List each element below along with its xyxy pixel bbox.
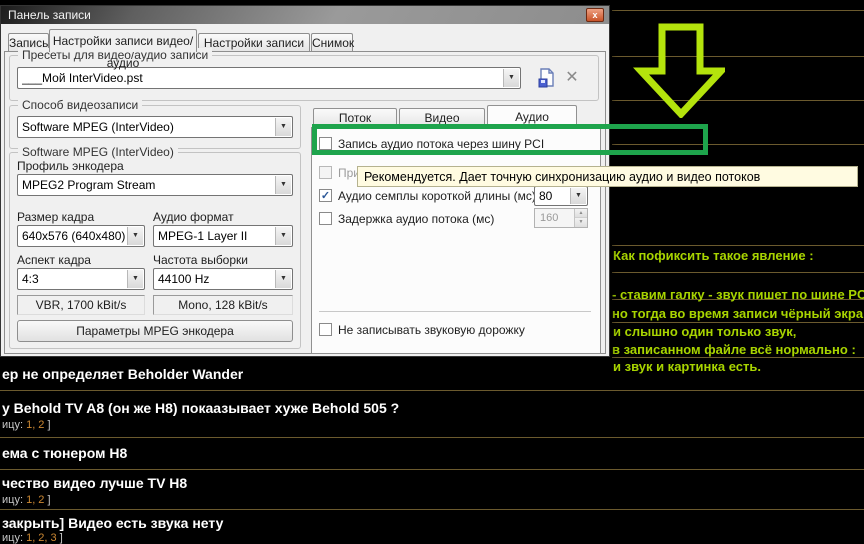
table-row-divider (0, 437, 864, 438)
table-row-divider (612, 10, 864, 11)
table-row-divider (0, 390, 864, 391)
encoder-profile-value: MPEG2 Program Stream (22, 175, 274, 195)
forum-topic-pages[interactable]: ицу: 1, 2, 3 ] (2, 532, 63, 544)
page-links[interactable]: 1, 2 (26, 419, 44, 431)
checkbox-samples-label: Аудио семплы короткой длины (мс) (338, 189, 536, 203)
checkbox-icon[interactable] (319, 212, 332, 225)
tab-snapshot[interactable]: Снимок (311, 33, 353, 52)
title-bar[interactable]: Панель записи x (1, 6, 609, 24)
pages-label: ицу: (2, 532, 23, 544)
annotation-line: и слышно один только звук, (613, 324, 796, 339)
encoder-profile-label: Профиль энкодера (17, 159, 124, 173)
page-links[interactable]: 1, 2, 3 (26, 532, 57, 544)
preset-value: ___Мой InterVideo.pst (22, 68, 502, 88)
chevron-down-icon[interactable]: ▼ (570, 188, 586, 204)
table-row-divider (0, 469, 864, 470)
pages-label: ицу: (2, 419, 23, 431)
audio-format-value: MPEG-1 Layer II (158, 226, 274, 246)
save-icon (536, 67, 556, 89)
chevron-down-icon[interactable]: ▼ (275, 118, 291, 136)
table-row-divider (612, 322, 864, 323)
video-bitrate-field: VBR, 1700 kBit/s (17, 295, 145, 315)
audio-tab-panel (311, 127, 601, 354)
forum-topic-link[interactable]: закрыть] Видео есть звука нету (2, 515, 223, 531)
pages-bracket: ] (48, 494, 51, 506)
forum-topic-link[interactable]: у Behold TV A8 (он же Н8) покаазывает ху… (2, 400, 399, 416)
checkbox-icon (319, 166, 332, 179)
sample-rate-value: 44100 Hz (158, 269, 274, 289)
checkbox-delay-label: Задержка аудио потока (мс) (338, 212, 494, 226)
pages-bracket: ] (60, 532, 63, 544)
page-links[interactable]: 1, 2 (26, 494, 44, 506)
chevron-down-icon[interactable]: ▼ (275, 176, 291, 194)
checkbox-no-sound-label: Не записывать звуковую дорожку (338, 323, 525, 337)
aspect-select[interactable]: 4:3 ▼ (17, 268, 145, 290)
forum-topic-link[interactable]: ема с тюнером Н8 (2, 445, 127, 461)
chevron-down-icon[interactable]: ▼ (275, 227, 291, 245)
chevron-down-icon[interactable]: ▼ (275, 270, 291, 288)
forum-topic-pages[interactable]: ицу: 1, 2 ] (2, 494, 51, 506)
panel-divider (319, 311, 591, 312)
audio-bitrate-field: Mono, 128 kBit/s (153, 295, 293, 315)
sample-rate-select[interactable]: 44100 Hz ▼ (153, 268, 293, 290)
spin-down-icon[interactable]: ▼ (575, 218, 587, 227)
checkbox-checked-icon[interactable]: ✓ (319, 189, 332, 202)
encoder-group-label: Software MPEG (InterVideo) (18, 145, 178, 159)
spin-up-icon[interactable]: ▲ (575, 209, 587, 218)
pages-bracket: ] (48, 419, 51, 431)
video-method-label: Способ видеозаписи (18, 98, 142, 112)
table-row-divider (612, 357, 864, 358)
aspect-label: Аспект кадра (17, 253, 91, 267)
audio-format-select[interactable]: MPEG-1 Layer II ▼ (153, 225, 293, 247)
save-preset-button[interactable] (535, 67, 557, 89)
frame-size-value: 640x576 (640x480) (22, 226, 126, 246)
frame-size-select[interactable]: 640x576 (640x480) ▼ (17, 225, 145, 247)
encoder-profile-select[interactable]: MPEG2 Program Stream ▼ (17, 174, 293, 196)
annotation-line: в записанном файле всё нормально : (612, 342, 856, 357)
table-row-divider (612, 272, 864, 273)
delay-value: 160 (540, 209, 558, 227)
samples-length-value: 80 (539, 187, 569, 205)
checkbox-icon[interactable] (319, 323, 332, 336)
delete-preset-button[interactable]: ✕ (561, 67, 583, 89)
annotation-line: но тогда во время записи чёрный экран (612, 306, 864, 321)
forum-topic-link[interactable]: чество видео лучше TV Н8 (2, 475, 187, 491)
sample-rate-label: Частота выборки (153, 253, 248, 267)
highlight-rectangle (312, 124, 708, 155)
window-title: Панель записи (8, 8, 91, 22)
chevron-down-icon[interactable]: ▼ (127, 227, 143, 245)
annotation-line: - ставим галку - звук пишет по шине PCI (612, 287, 864, 302)
mpeg-params-button[interactable]: Параметры MPEG энкодера (17, 320, 293, 342)
tooltip: Рекомендуется. Дает точную синхронизацию… (357, 166, 858, 187)
frame-size-label: Размер кадра (17, 210, 94, 224)
delay-spinner[interactable]: 160 ▲ ▼ (534, 208, 588, 228)
tab-video-audio-settings[interactable]: Настройки записи видео/аудио (49, 29, 197, 52)
video-method-value: Software MPEG (InterVideo) (22, 117, 274, 137)
samples-length-select[interactable]: 80 ▼ (534, 186, 588, 206)
audio-format-label: Аудио формат (153, 210, 234, 224)
video-method-select[interactable]: Software MPEG (InterVideo) ▼ (17, 116, 293, 138)
table-row-divider (612, 245, 864, 246)
annotation-line: Как пофиксить такое явление : (613, 248, 814, 263)
annotation-line: и звук и картинка есть. (613, 359, 761, 374)
forum-topic-pages[interactable]: ицу: 1, 2 ] (2, 419, 51, 431)
aspect-value: 4:3 (22, 269, 126, 289)
pages-label: ицу: (2, 494, 23, 506)
table-row-divider (0, 509, 864, 510)
close-button[interactable]: x (586, 8, 604, 22)
delete-icon: ✕ (565, 69, 578, 86)
forum-topic-link[interactable]: ер не определяет Beholder Wander (2, 366, 243, 382)
tab-audio-settings[interactable]: Настройки записи аудио (198, 33, 310, 52)
preset-select[interactable]: ___Мой InterVideo.pst ▼ (17, 67, 521, 89)
chevron-down-icon[interactable]: ▼ (127, 270, 143, 288)
chevron-down-icon[interactable]: ▼ (503, 69, 519, 87)
spinner-buttons[interactable]: ▲ ▼ (574, 209, 587, 227)
down-arrow-annotation (633, 22, 725, 118)
